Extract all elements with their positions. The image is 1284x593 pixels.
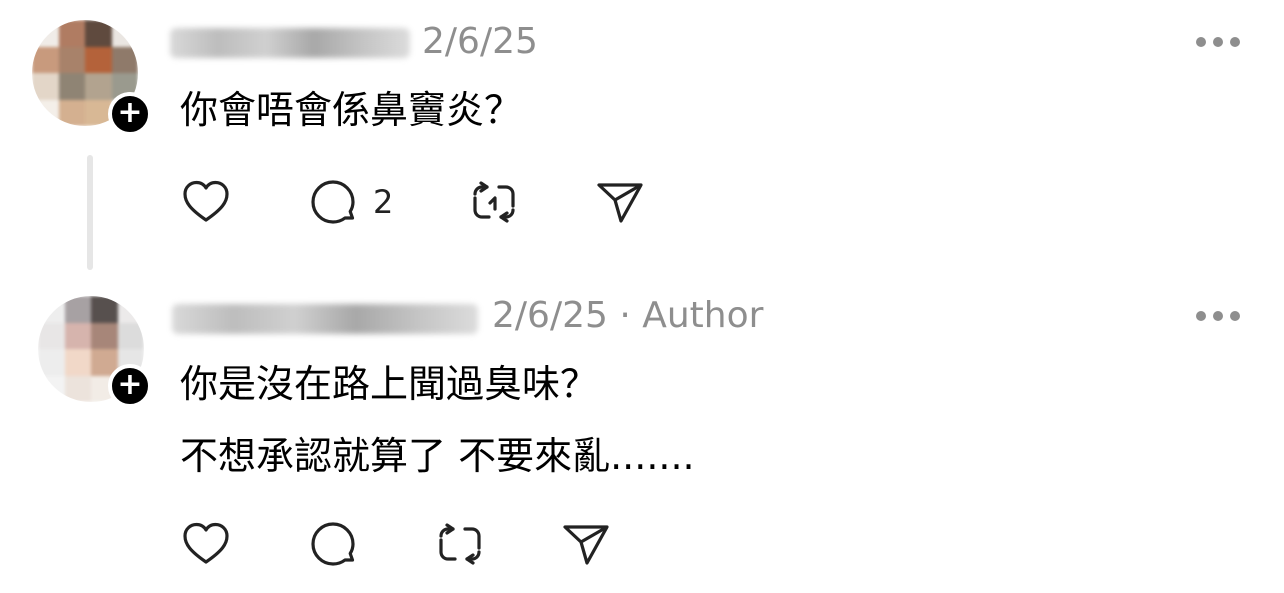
post-meta: 2/6/25 · Author bbox=[492, 296, 763, 336]
repost-button[interactable] bbox=[434, 516, 486, 572]
thread-view: + 2/6/25 你會唔會係鼻竇炎？ 2 + 2/6/25 · Author 你… bbox=[0, 0, 1284, 593]
reply-button[interactable] bbox=[307, 516, 373, 572]
share-button[interactable] bbox=[560, 516, 612, 572]
follow-plus-icon[interactable]: + bbox=[108, 364, 152, 408]
post-text-line-2: 不想承認就算了 不要來亂....... bbox=[180, 434, 695, 478]
username-redacted[interactable] bbox=[172, 304, 478, 334]
comment-bubble-icon bbox=[311, 522, 355, 566]
post-text-line-1: 你是沒在路上聞過臭味？ bbox=[180, 362, 599, 406]
heart-icon bbox=[183, 522, 229, 564]
comment-post-2: + 2/6/25 · Author 你是沒在路上聞過臭味？ 不想承認就算了 不要… bbox=[0, 0, 1284, 593]
more-dots-icon[interactable] bbox=[1196, 308, 1240, 322]
action-bar bbox=[0, 516, 1284, 572]
post-date: 2/6/25 bbox=[492, 295, 608, 336]
repost-icon bbox=[439, 523, 481, 565]
author-tag: · Author bbox=[607, 295, 764, 336]
like-button[interactable] bbox=[180, 516, 232, 572]
paper-plane-icon bbox=[563, 525, 609, 565]
